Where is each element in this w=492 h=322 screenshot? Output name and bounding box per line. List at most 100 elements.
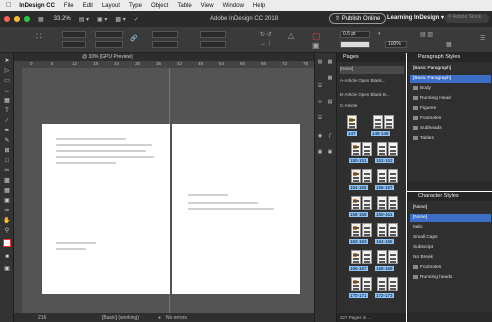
page-thumbnail[interactable] xyxy=(377,250,387,264)
preflight-status[interactable]: No errors xyxy=(166,315,187,321)
zoom-window-button[interactable] xyxy=(24,16,30,22)
width-field[interactable] xyxy=(95,31,123,38)
character-style-item[interactable]: Footnotes xyxy=(410,264,491,272)
line-tool-icon[interactable]: ∕ xyxy=(3,117,11,125)
cc-libraries-icon[interactable]: ▣ xyxy=(317,149,323,155)
note-tool-icon[interactable]: ▣ xyxy=(3,197,11,205)
page-number-field[interactable]: 216 xyxy=(38,315,46,321)
shear-field[interactable] xyxy=(200,41,226,48)
character-style-item[interactable]: Subscript xyxy=(410,244,491,252)
direct-selection-tool-icon[interactable]: ▷ xyxy=(3,67,11,75)
flip-icon[interactable]: ↔ ↕ xyxy=(260,41,271,47)
stroke-swatch-icon[interactable]: ▣ xyxy=(312,41,320,50)
color-panel-icon[interactable]: ◉ xyxy=(317,133,323,139)
page-thumbnail[interactable] xyxy=(362,142,372,156)
character-style-item[interactable]: No Break xyxy=(410,254,491,262)
page-thumbnail[interactable] xyxy=(388,142,398,156)
rectangle-frame-tool-icon[interactable]: ⊠ xyxy=(3,147,11,155)
menu-table[interactable]: Table xyxy=(177,3,191,9)
page-spread[interactable]: 154-155 156-157 xyxy=(345,169,401,193)
page-thumbnail[interactable] xyxy=(351,169,361,183)
pencil-tool-icon[interactable]: ✎ xyxy=(3,137,11,145)
page-thumbnail[interactable] xyxy=(362,169,372,183)
page-thumbnail[interactable] xyxy=(351,142,361,156)
paragraph-style-item[interactable]: Subheads xyxy=(410,125,491,133)
menu-layout[interactable]: Layout xyxy=(102,3,120,9)
page-thumbnail[interactable] xyxy=(388,196,398,210)
height-field[interactable] xyxy=(95,41,123,48)
character-style-item[interactable]: Small Caps xyxy=(410,234,491,242)
page-thumbnail[interactable] xyxy=(351,277,361,291)
content-collector-icon[interactable]: ▦ xyxy=(3,97,11,105)
reference-point-icon[interactable]: ∷ xyxy=(36,31,42,42)
paragraph-style-item[interactable]: Tables xyxy=(410,135,491,143)
master-none[interactable]: [None] xyxy=(340,66,404,74)
control-panel-menu-icon[interactable]: ☰ xyxy=(480,35,485,42)
character-style-item[interactable]: Italic xyxy=(410,224,491,232)
page-spread[interactable]: 170-171 172-173 xyxy=(345,277,401,301)
scissors-tool-icon[interactable]: ✂ xyxy=(3,167,11,175)
left-page[interactable] xyxy=(42,124,170,294)
rectangle-tool-icon[interactable]: □ xyxy=(3,157,11,165)
view-options-icon[interactable]: ▤ ▾ xyxy=(79,16,89,23)
page-thumbnail[interactable] xyxy=(388,277,398,291)
gap-tool-icon[interactable]: ↔ xyxy=(3,87,11,95)
workspace-switcher[interactable]: Learning InDesign ▾ xyxy=(387,14,444,21)
stroke-weight-field[interactable]: 0.5 pt xyxy=(340,31,370,38)
select-container-icon[interactable]: △ xyxy=(288,31,294,40)
paragraph-styles-title[interactable]: Paragraph Styles xyxy=(418,54,460,60)
pages-panel-icon[interactable]: ▤ xyxy=(317,59,323,65)
screen-mode-icon[interactable]: ▣ ▾ xyxy=(97,16,107,23)
page-spread[interactable]: 158-159 160-161 xyxy=(345,196,401,220)
links-panel-icon[interactable]: ∞ xyxy=(317,99,323,105)
menu-window[interactable]: Window xyxy=(223,3,244,9)
character-styles-title[interactable]: Character Styles xyxy=(418,193,459,199)
properties-panel-icon[interactable]: ▦ xyxy=(327,59,333,65)
document-tab[interactable]: @ 33% [GPU Preview] xyxy=(14,53,314,61)
rotation-field[interactable] xyxy=(200,31,226,38)
gradient-panel-icon[interactable]: ▤ xyxy=(327,99,333,105)
zoom-level[interactable]: 33.2% xyxy=(54,16,71,22)
page-thumbnail[interactable] xyxy=(362,196,372,210)
page-spread[interactable]: 162-163 164-165 xyxy=(345,223,401,247)
zoom-tool-icon[interactable]: ⚲ xyxy=(3,227,11,235)
menu-help[interactable]: Help xyxy=(253,3,265,9)
page-thumbnail[interactable] xyxy=(377,169,387,183)
paragraph-style-item[interactable]: Footnotes xyxy=(410,115,491,123)
right-page[interactable] xyxy=(172,124,300,294)
screen-mode-tool-icon[interactable]: ▣ xyxy=(3,265,11,273)
page-spread[interactable]: 150-151 152-153 xyxy=(345,142,401,166)
pasteboard[interactable] xyxy=(22,68,314,313)
page-thumbnail[interactable] xyxy=(384,115,394,129)
apply-color-icon[interactable]: ■ xyxy=(3,253,11,261)
pages-panel-title[interactable]: Pages xyxy=(343,54,359,60)
menu-app[interactable]: InDesign CC xyxy=(19,3,55,9)
close-window-button[interactable] xyxy=(4,16,10,22)
scale-y-field[interactable] xyxy=(152,41,178,48)
pen-tool-icon[interactable]: ✒ xyxy=(3,127,11,135)
page-spread[interactable]: 166-167 168-169 xyxy=(345,250,401,274)
page-thumbnail[interactable] xyxy=(377,277,387,291)
page-thumbnail[interactable] xyxy=(377,142,387,156)
minimize-window-button[interactable] xyxy=(14,16,20,22)
page-thumbnail[interactable] xyxy=(351,223,361,237)
bridge-icon[interactable]: ▦ xyxy=(38,16,44,23)
paragraph-style-item[interactable]: Body xyxy=(410,85,491,93)
page-thumbnail[interactable] xyxy=(388,169,398,183)
gradient-tool-icon[interactable]: ▦ xyxy=(3,187,11,195)
paragraph-style-item[interactable]: Figures xyxy=(410,105,491,113)
page-thumbnail[interactable] xyxy=(351,196,361,210)
page-thumbnail[interactable] xyxy=(347,115,357,129)
page-thumbnail[interactable] xyxy=(362,223,372,237)
text-wrap-icon[interactable]: ▤ ▥ xyxy=(420,31,433,38)
page-spread[interactable]: 147 148-149 xyxy=(345,115,401,139)
master-a[interactable]: A-Article Open Blank... xyxy=(340,78,404,86)
publish-online-button[interactable]: ⇧ Publish Online xyxy=(329,13,387,24)
page-thumbnail[interactable] xyxy=(362,277,372,291)
swatches-panel-icon[interactable]: ▩ xyxy=(327,75,333,81)
hand-tool-icon[interactable]: ✋ xyxy=(3,217,11,225)
master-c[interactable]: C-Article xyxy=(340,103,404,111)
menu-object[interactable]: Object xyxy=(151,3,168,9)
paragraph-style-item[interactable]: [Basic Paragraph] xyxy=(410,75,491,83)
menu-type[interactable]: Type xyxy=(129,3,142,9)
